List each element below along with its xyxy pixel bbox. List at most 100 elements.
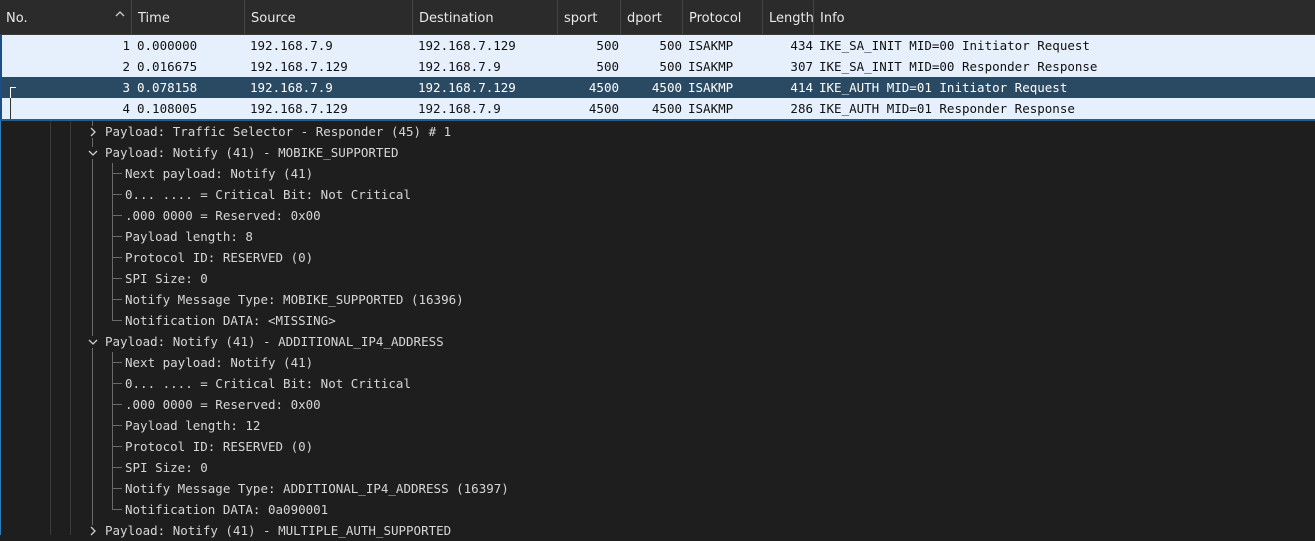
column-info-label: Info <box>820 11 845 26</box>
tree-leaf[interactable]: Notification DATA: 0a090001 <box>125 499 328 520</box>
column-destination[interactable]: Destination <box>413 0 558 34</box>
packet-length: 434 <box>790 38 813 53</box>
tree-connector <box>92 121 93 535</box>
tree-connector <box>112 257 122 258</box>
packet-protocol: ISAKMP <box>688 38 734 53</box>
packet-dport: 500 <box>659 38 682 53</box>
tree-leaf-label: Notify Message Type: ADDITIONAL_IP4_ADDR… <box>125 481 509 496</box>
tree-leaf-label: .000 0000 = Reserved: 0x00 <box>125 397 321 412</box>
tree-leaf-label: Notification DATA: 0a090001 <box>125 502 329 517</box>
tree-leaf[interactable]: 0... .... = Critical Bit: Not Critical <box>125 373 411 394</box>
tree-leaf-label: Notify Message Type: MOBIKE_SUPPORTED (1… <box>125 292 464 307</box>
column-sport-label: sport <box>564 11 598 26</box>
column-sport[interactable]: sport <box>558 0 621 34</box>
tree-leaf[interactable]: .000 0000 = Reserved: 0x00 <box>125 394 321 415</box>
tree-connector <box>112 163 113 320</box>
tree-leaf[interactable]: Notify Message Type: MOBIKE_SUPPORTED (1… <box>125 289 464 310</box>
packet-source: 192.168.7.9 <box>250 38 333 53</box>
packet-destination: 192.168.7.129 <box>418 80 516 95</box>
packet-destination: 192.168.7.9 <box>418 59 501 74</box>
tree-connector <box>112 404 122 405</box>
tree-leaf-label: Payload length: 8 <box>125 229 253 244</box>
column-no[interactable]: No. <box>0 0 132 34</box>
packet-source: 192.168.7.129 <box>250 59 348 74</box>
packet-sport: 4500 <box>588 101 619 116</box>
column-dport-label: dport <box>627 11 662 26</box>
tree-connector <box>112 320 122 321</box>
tree-connector <box>112 362 122 363</box>
tree-leaf[interactable]: Next payload: Notify (41) <box>125 352 313 373</box>
column-destination-label: Destination <box>419 11 494 26</box>
column-header: No. Time Source Destination sport dport … <box>0 0 1315 35</box>
tree-item-label: Payload: Notify (41) - ADDITIONAL_IP4_AD… <box>105 334 444 349</box>
packet-length: 286 <box>790 101 813 116</box>
tree-leaf-label: Notification DATA: <MISSING> <box>125 313 336 328</box>
packet-details-tree: Payload: Traffic Selector - Responder (4… <box>0 121 1315 538</box>
column-info[interactable]: Info <box>814 0 1315 34</box>
column-protocol[interactable]: Protocol <box>683 0 763 34</box>
column-time[interactable]: Time <box>132 0 245 34</box>
column-length-label: Length <box>769 11 814 26</box>
tree-connector <box>112 383 122 384</box>
tree-leaf[interactable]: 0... .... = Critical Bit: Not Critical <box>125 184 411 205</box>
packet-time: 0.078158 <box>137 80 198 95</box>
packet-list: 1 0.000000 192.168.7.9 192.168.7.129 500… <box>0 35 1315 119</box>
packet-protocol: ISAKMP <box>688 59 734 74</box>
packet-no: 4 <box>122 101 130 116</box>
chevron-right-icon[interactable] <box>87 126 99 138</box>
tree-connector <box>112 352 113 509</box>
tree-connector <box>112 488 122 489</box>
packet-row-selected[interactable]: 3 0.078158 192.168.7.9 192.168.7.129 450… <box>2 77 1315 98</box>
tree-leaf-label: SPI Size: 0 <box>125 460 208 475</box>
packet-time: 0.016675 <box>137 59 198 74</box>
tree-guide-line <box>50 121 51 535</box>
chevron-right-icon[interactable] <box>87 525 99 537</box>
tree-leaf[interactable]: Payload length: 12 <box>125 415 260 436</box>
packet-source: 192.168.7.129 <box>250 101 348 116</box>
chevron-down-icon[interactable] <box>87 147 99 159</box>
packet-info: IKE_SA_INIT MID=00 Responder Response <box>819 59 1098 74</box>
tree-leaf-label: 0... .... = Critical Bit: Not Critical <box>125 187 411 202</box>
tree-connector <box>112 467 122 468</box>
packet-time: 0.108005 <box>137 101 198 116</box>
tree-connector <box>112 236 122 237</box>
packet-protocol: ISAKMP <box>688 101 734 116</box>
packet-dport: 500 <box>659 59 682 74</box>
tree-connector <box>112 278 122 279</box>
packet-sport: 500 <box>596 59 619 74</box>
tree-leaf[interactable]: Payload length: 8 <box>125 226 253 247</box>
tree-leaf-label: Protocol ID: RESERVED (0) <box>125 250 314 265</box>
packet-row[interactable]: 2 0.016675 192.168.7.129 192.168.7.9 500… <box>2 56 1315 77</box>
packet-row[interactable]: 1 0.000000 192.168.7.9 192.168.7.129 500… <box>2 35 1315 56</box>
column-length[interactable]: Length <box>763 0 814 34</box>
tree-leaf-label: SPI Size: 0 <box>125 271 208 286</box>
column-no-label: No. <box>6 11 28 26</box>
column-dport[interactable]: dport <box>621 0 683 34</box>
tree-item-label: Payload: Notify (41) - MULTIPLE_AUTH_SUP… <box>105 523 452 538</box>
tree-leaf[interactable]: Protocol ID: RESERVED (0) <box>125 247 313 268</box>
tree-leaf[interactable]: SPI Size: 0 <box>125 457 208 478</box>
tree-leaf[interactable]: Notify Message Type: ADDITIONAL_IP4_ADDR… <box>125 478 509 499</box>
tree-leaf-label: Protocol ID: RESERVED (0) <box>125 439 314 454</box>
tree-leaf-label: Payload length: 12 <box>125 418 261 433</box>
tree-leaf[interactable]: Protocol ID: RESERVED (0) <box>125 436 313 457</box>
tree-leaf[interactable]: .000 0000 = Reserved: 0x00 <box>125 205 321 226</box>
tree-item-label: Payload: Traffic Selector - Responder (4… <box>105 124 452 139</box>
tree-connector <box>112 215 122 216</box>
tree-leaf-label: 0... .... = Critical Bit: Not Critical <box>125 376 411 391</box>
tree-connector <box>112 299 122 300</box>
tree-leaf[interactable]: SPI Size: 0 <box>125 268 208 289</box>
packet-sport: 500 <box>596 38 619 53</box>
tree-connector <box>112 425 122 426</box>
column-source[interactable]: Source <box>245 0 413 34</box>
tree-connector <box>112 446 122 447</box>
column-source-label: Source <box>251 11 296 26</box>
tree-leaf[interactable]: Notification DATA: <MISSING> <box>125 310 336 331</box>
tree-leaf[interactable]: Next payload: Notify (41) <box>125 163 313 184</box>
packet-source: 192.168.7.9 <box>250 80 333 95</box>
packet-length: 307 <box>790 59 813 74</box>
packet-info: IKE_AUTH MID=01 Initiator Request <box>819 80 1068 95</box>
packet-row[interactable]: 4 0.108005 192.168.7.129 192.168.7.9 450… <box>2 98 1315 119</box>
tree-connector <box>112 509 122 510</box>
chevron-down-icon[interactable] <box>87 336 99 348</box>
